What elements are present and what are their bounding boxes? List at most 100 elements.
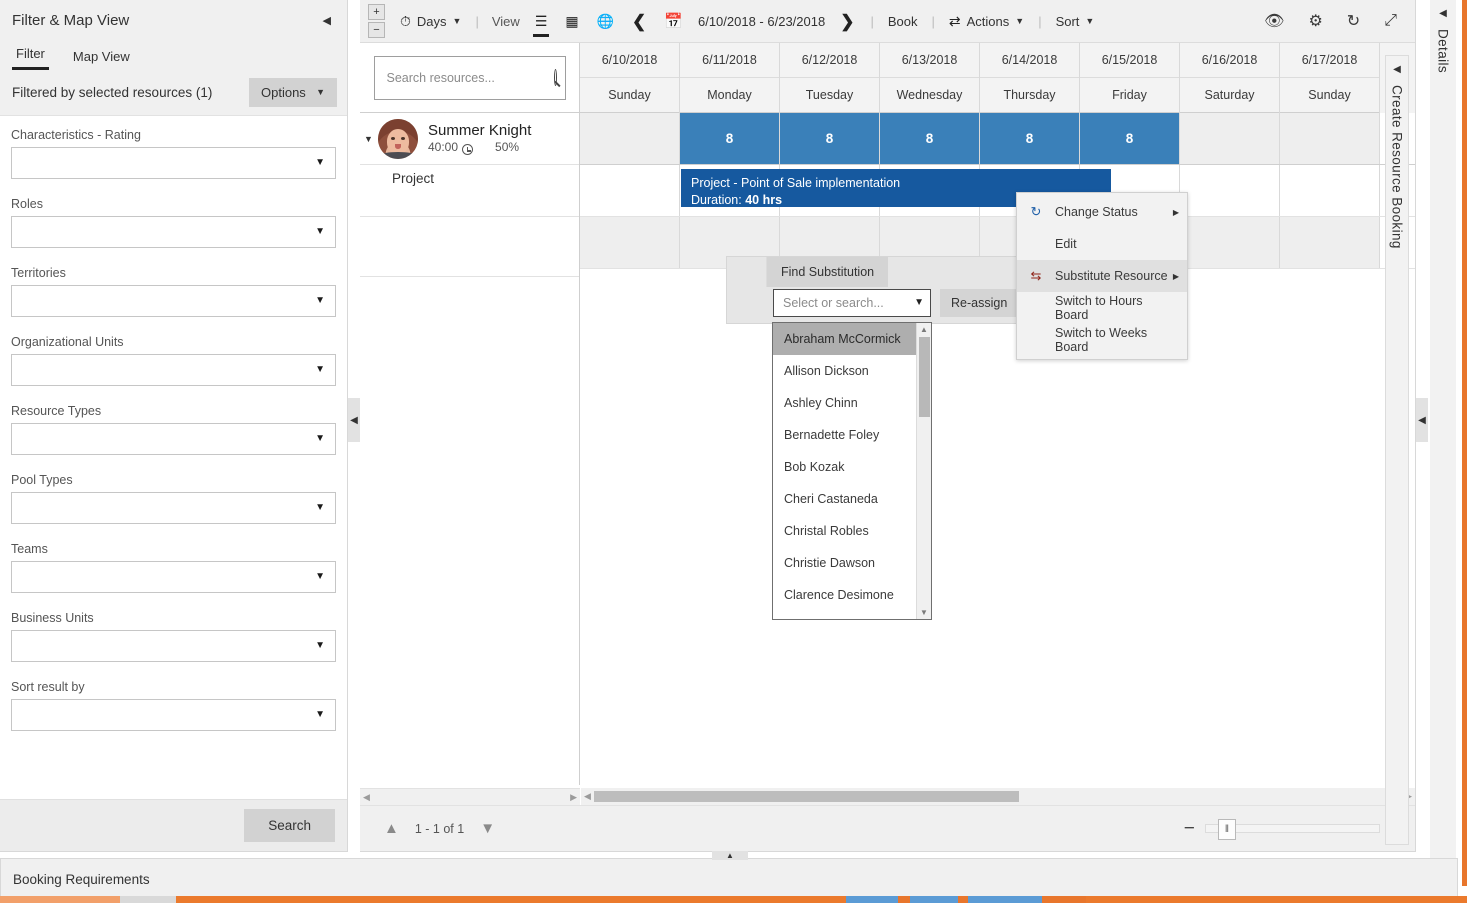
scroll-down-icon[interactable]: ▼ bbox=[920, 608, 928, 617]
details-panel[interactable]: ◀ Details bbox=[1430, 0, 1456, 870]
search-resources-input[interactable] bbox=[385, 70, 550, 86]
capacity-cell[interactable] bbox=[1180, 113, 1280, 164]
dropdown-option[interactable]: Clarence Desimone bbox=[773, 579, 916, 611]
capacity-cell[interactable]: 8 bbox=[1080, 113, 1180, 164]
field-label: Sort result by bbox=[11, 680, 336, 694]
taskbar-segment bbox=[846, 896, 898, 903]
dropdown-option[interactable]: Christie Dawson bbox=[773, 547, 916, 579]
re-assign-button[interactable]: Re-assign bbox=[940, 289, 1018, 317]
timescale-dropdown[interactable]: ⏱ Days ▼ bbox=[393, 9, 468, 34]
page-down-icon[interactable]: ▼ bbox=[470, 816, 505, 841]
eye-icon[interactable]: 👁 bbox=[1252, 7, 1296, 35]
tab-filter[interactable]: Filter bbox=[12, 46, 49, 70]
capacity-cell[interactable] bbox=[1280, 113, 1380, 164]
actions-dropdown[interactable]: ⇄ Actions ▼ bbox=[942, 9, 1031, 34]
chevron-down-icon: ▼ bbox=[315, 572, 325, 582]
scroll-left-icon[interactable]: ◀ bbox=[363, 792, 370, 803]
organizational-units-select[interactable]: ▼ bbox=[11, 354, 336, 386]
create-resource-booking-panel[interactable]: ◀ Create Resource Booking bbox=[1385, 55, 1409, 845]
roles-select[interactable]: ▼ bbox=[11, 216, 336, 248]
previous-period-icon[interactable]: ❮ bbox=[623, 9, 655, 34]
substitute-resource-input[interactable]: Select or search... ▼ bbox=[773, 289, 931, 317]
search-button[interactable]: Search bbox=[244, 809, 335, 842]
collapse-all-button[interactable]: − bbox=[368, 22, 385, 38]
resource-horizontal-scrollbar[interactable]: ◀ ▶ bbox=[360, 788, 580, 805]
left-splitter-handle[interactable]: ◀ bbox=[348, 398, 360, 442]
dropdown-option[interactable]: Ashley Chinn bbox=[773, 387, 916, 419]
teams-select[interactable]: ▼ bbox=[11, 561, 336, 593]
chevron-down-icon[interactable]: ▼ bbox=[914, 298, 924, 308]
zoom-slider-thumb[interactable]: ‖ bbox=[1218, 819, 1236, 840]
grid-view-icon[interactable]: ▦ bbox=[556, 10, 587, 33]
dropdown-option[interactable]: Bernadette Foley bbox=[773, 419, 916, 451]
capacity-cell[interactable]: 8 bbox=[780, 113, 880, 164]
booking-requirements-resize-handle[interactable]: ▲ bbox=[712, 851, 748, 860]
context-menu-item[interactable]: Switch to Hours Board bbox=[1017, 292, 1187, 324]
chevron-left-icon[interactable]: ◀ bbox=[1393, 64, 1401, 75]
capacity-cell[interactable]: 8 bbox=[880, 113, 980, 164]
calendar-icon[interactable]: 📅 bbox=[655, 10, 692, 33]
resource-row[interactable]: ▼ Summer Knight 40:00 50% bbox=[360, 113, 579, 165]
business-units-select[interactable]: ▼ bbox=[11, 630, 336, 662]
refresh-icon[interactable]: ↻ bbox=[1335, 7, 1372, 35]
sort-result-by-select[interactable]: ▼ bbox=[11, 699, 336, 731]
column-weekday: Saturday bbox=[1180, 78, 1279, 113]
context-menu-item[interactable]: Edit bbox=[1017, 228, 1187, 260]
pool-types-select[interactable]: ▼ bbox=[11, 492, 336, 524]
filter-panel-footer: Search bbox=[0, 799, 347, 851]
capacity-cell[interactable] bbox=[580, 113, 680, 164]
booking-requirements-panel[interactable]: Booking Requirements bbox=[0, 858, 1458, 900]
scroll-left-icon[interactable]: ◀ bbox=[584, 791, 591, 802]
zoom-out-button[interactable]: − bbox=[1184, 819, 1195, 838]
resource-child-row[interactable]: Project bbox=[360, 165, 579, 217]
context-menu-item[interactable]: ⇆Substitute Resource▶ bbox=[1017, 260, 1187, 292]
expand-diagonal-icon[interactable]: ⤢ bbox=[1372, 8, 1409, 34]
sort-dropdown[interactable]: Sort ▼ bbox=[1049, 9, 1102, 34]
dropdown-option[interactable]: Cheri Castaneda bbox=[773, 483, 916, 515]
globe-icon[interactable]: 🌐 bbox=[588, 10, 623, 33]
tab-map-view[interactable]: Map View bbox=[69, 49, 134, 70]
booking-cell[interactable] bbox=[1280, 165, 1380, 216]
resource-search-box[interactable] bbox=[374, 56, 566, 100]
empty-cell bbox=[1280, 217, 1380, 268]
search-icon[interactable] bbox=[554, 69, 557, 86]
duration-value: 40 hrs bbox=[745, 193, 782, 207]
dropdown-option[interactable]: Bob Kozak bbox=[773, 451, 916, 483]
scroll-right-icon[interactable]: ▶ bbox=[570, 792, 577, 803]
right-splitter-handle[interactable]: ◀ bbox=[1416, 398, 1428, 442]
scrollbar-thumb[interactable] bbox=[919, 337, 930, 417]
gear-icon[interactable]: ⚙ bbox=[1296, 7, 1334, 35]
list-view-icon[interactable]: ☰ bbox=[526, 10, 557, 33]
chevron-down-icon[interactable]: ▼ bbox=[364, 134, 378, 144]
collapse-panel-icon[interactable]: ◀ bbox=[319, 12, 335, 29]
column-weekday: Monday bbox=[680, 78, 779, 113]
scrollbar-track[interactable] bbox=[1022, 791, 1405, 802]
dropdown-option[interactable]: Abraham McCormick bbox=[773, 323, 916, 355]
capacity-cell[interactable]: 8 bbox=[680, 113, 780, 164]
options-button[interactable]: Options ▼ bbox=[249, 78, 337, 107]
dropdown-scrollbar[interactable]: ▲ ▼ bbox=[916, 323, 931, 619]
dropdown-option[interactable]: Christal Robles bbox=[773, 515, 916, 547]
filter-panel-header: Filter & Map View ◀ bbox=[0, 0, 347, 40]
characteristics-rating-select[interactable]: ▼ bbox=[11, 147, 336, 179]
territories-select[interactable]: ▼ bbox=[11, 285, 336, 317]
chevron-left-icon[interactable]: ◀ bbox=[1439, 8, 1447, 19]
scroll-up-icon[interactable]: ▲ bbox=[920, 325, 928, 334]
next-period-icon[interactable]: ❯ bbox=[831, 9, 863, 34]
scrollbar-thumb[interactable] bbox=[594, 791, 1019, 802]
booking-cell[interactable] bbox=[1180, 165, 1280, 216]
book-button[interactable]: Book bbox=[881, 9, 925, 34]
context-menu-item[interactable]: ↻Change Status▶ bbox=[1017, 196, 1187, 228]
page-up-icon[interactable]: ▲ bbox=[374, 816, 409, 841]
capacity-cell[interactable]: 8 bbox=[980, 113, 1080, 164]
grid-horizontal-scrollbar[interactable]: ◀ ▶ bbox=[581, 788, 1415, 805]
dropdown-option[interactable]: Allison Dickson bbox=[773, 355, 916, 387]
context-menu-item[interactable]: Switch to Weeks Board bbox=[1017, 324, 1187, 356]
booking-cell[interactable] bbox=[580, 165, 680, 216]
zoom-slider-track[interactable]: ‖ bbox=[1205, 824, 1380, 833]
expand-all-button[interactable]: + bbox=[368, 4, 385, 20]
tab-find-substitution[interactable]: Find Substitution bbox=[767, 257, 888, 287]
resource-types-select[interactable]: ▼ bbox=[11, 423, 336, 455]
empty-cell bbox=[580, 217, 680, 268]
field-organizational-units: Organizational Units ▼ bbox=[11, 335, 336, 386]
